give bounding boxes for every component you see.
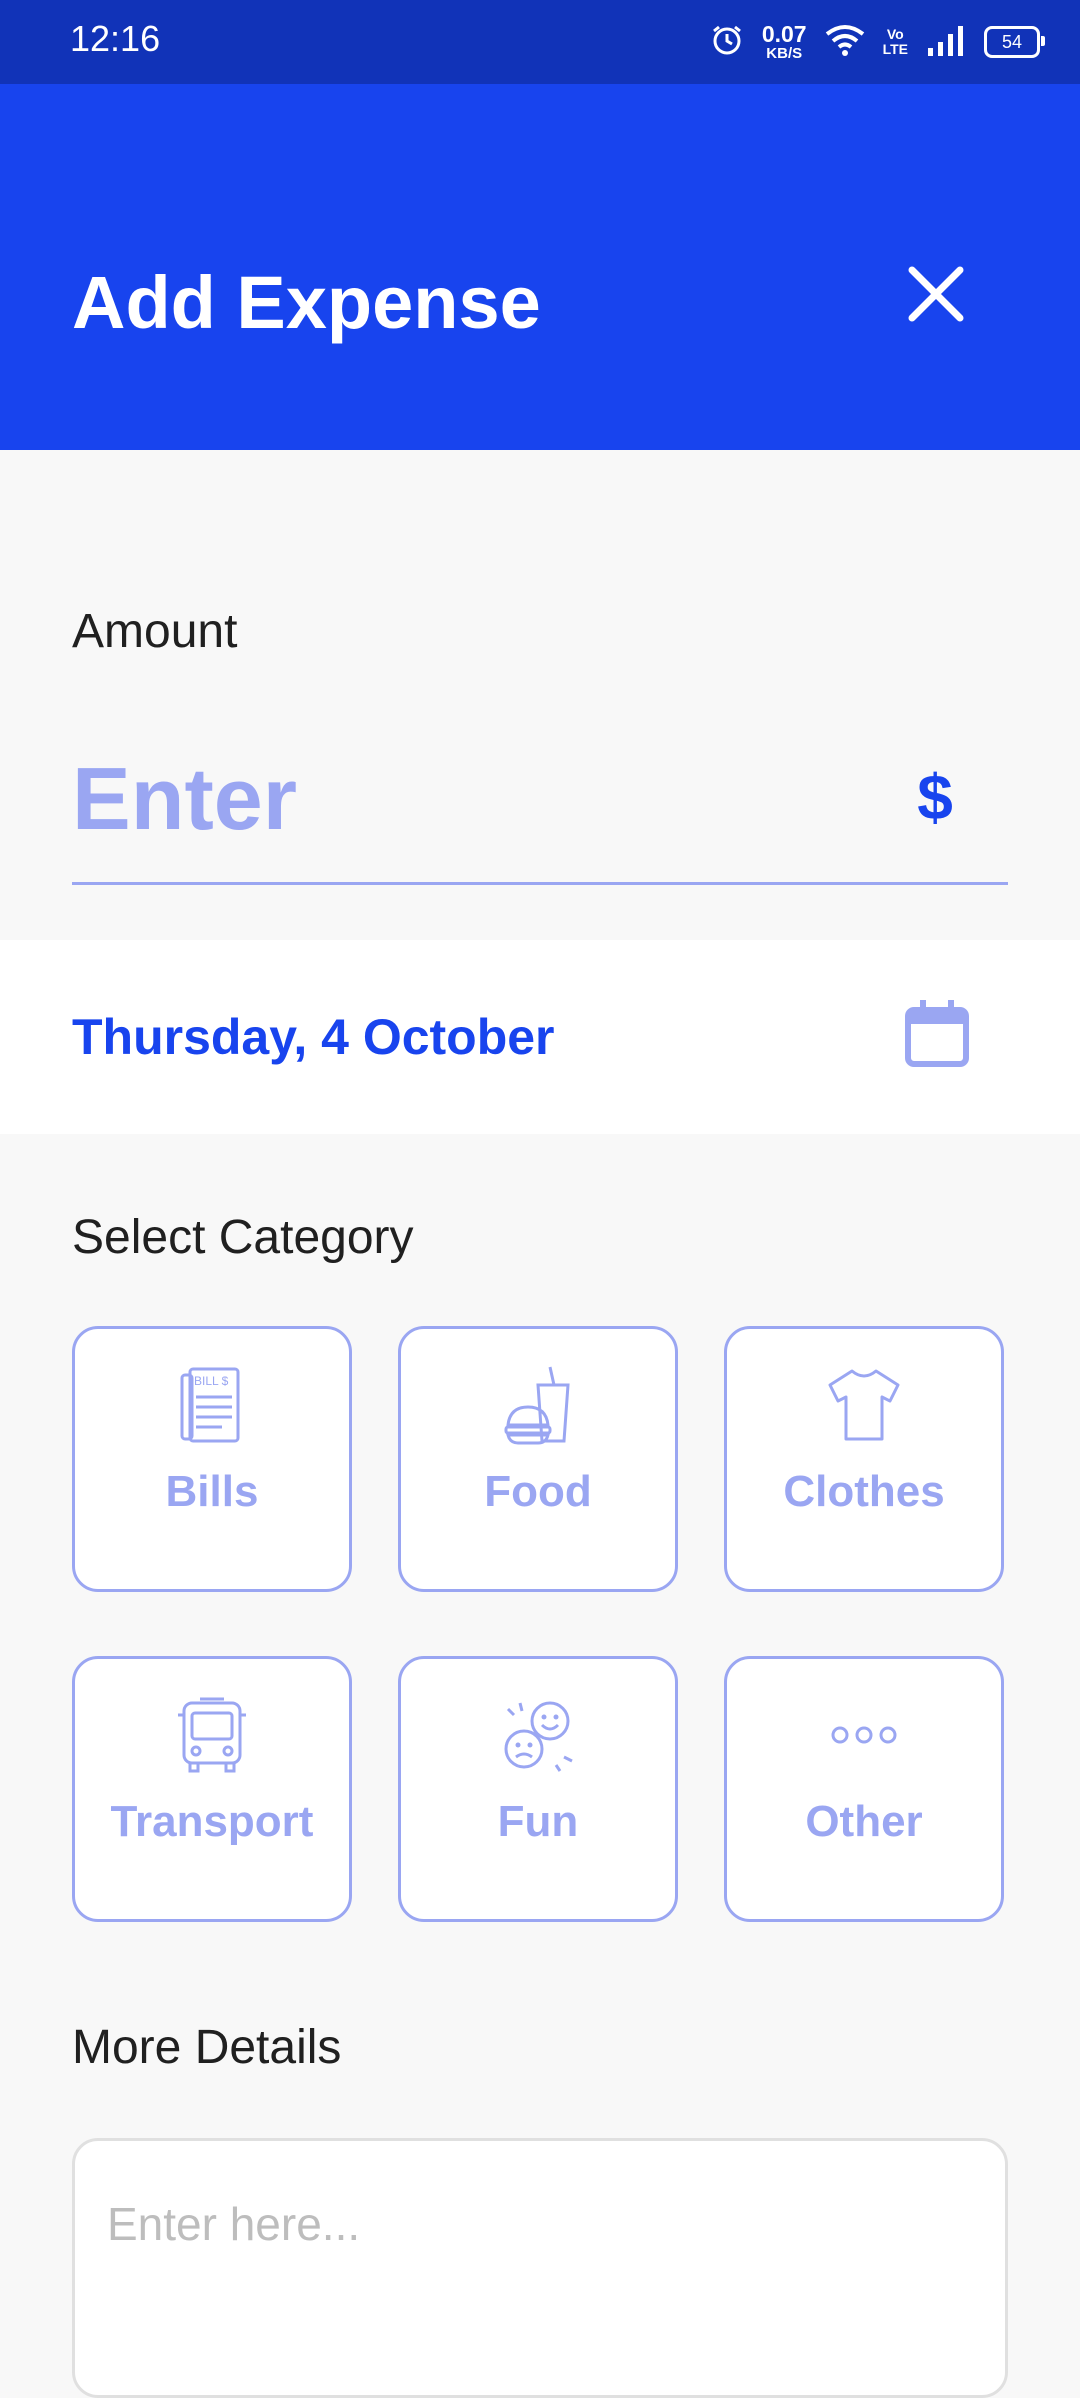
date-value[interactable]: Thursday, 4 October	[72, 1008, 555, 1066]
status-icons: 0.07 KB/S Vo LTE 54	[710, 18, 1045, 66]
category-label-clothes: Clothes	[783, 1467, 945, 1516]
volte-top: Vo	[886, 26, 904, 43]
category-bills[interactable]: BILL $ Bills	[72, 1326, 352, 1592]
more-dots-icon	[824, 1695, 904, 1775]
category-label: Select Category	[72, 1211, 414, 1264]
app-header: Add Expense	[0, 84, 1080, 450]
category-label-food: Food	[484, 1467, 592, 1516]
category-label-transport: Transport	[110, 1797, 314, 1846]
close-button[interactable]	[900, 258, 972, 330]
wifi-icon	[825, 24, 865, 61]
net-speed: 0.07 KB/S	[761, 21, 807, 62]
amount-input[interactable]	[72, 744, 892, 854]
status-time: 12:16	[70, 18, 161, 59]
status-bar: 12:16 0.07 KB/S Vo LTE 54	[0, 0, 1080, 84]
category-label-fun: Fun	[497, 1797, 579, 1846]
date-picker-row[interactable]: Thursday, 4 October	[0, 940, 1080, 1134]
details-input[interactable]	[107, 2197, 967, 2251]
category-fun[interactable]: Fun	[398, 1656, 678, 1922]
volte-icon: Vo LTE	[883, 27, 908, 56]
bus-icon	[172, 1695, 252, 1775]
details-box[interactable]	[72, 2138, 1008, 2398]
category-transport[interactable]: Transport	[72, 1656, 352, 1922]
page-title: Add Expense	[72, 261, 541, 344]
net-speed-value: 0.07	[761, 21, 807, 47]
details-label: More Details	[72, 2021, 342, 2074]
category-other[interactable]: Other	[724, 1656, 1004, 1922]
calendar-icon[interactable]	[904, 998, 970, 1068]
amount-label: Amount	[72, 605, 238, 658]
fun-masks-icon	[498, 1695, 578, 1775]
tshirt-icon	[824, 1365, 904, 1445]
net-speed-unit: KB/S	[766, 45, 803, 62]
volte-bottom: LTE	[882, 41, 908, 57]
battery-level: 54	[1001, 31, 1023, 52]
bill-icon: BILL $	[172, 1365, 252, 1445]
category-label-other: Other	[805, 1797, 923, 1846]
close-icon	[908, 266, 964, 322]
dollar-icon: $	[917, 761, 953, 833]
food-icon	[498, 1365, 578, 1445]
category-label-bills: Bills	[165, 1467, 259, 1516]
battery-icon: 54	[984, 26, 1045, 58]
amount-underline	[72, 882, 1008, 885]
alarm-icon	[710, 23, 744, 62]
signal-icon	[926, 24, 966, 61]
svg-text:BILL $: BILL $	[194, 1374, 229, 1388]
category-clothes[interactable]: Clothes	[724, 1326, 1004, 1592]
category-food[interactable]: Food	[398, 1326, 678, 1592]
